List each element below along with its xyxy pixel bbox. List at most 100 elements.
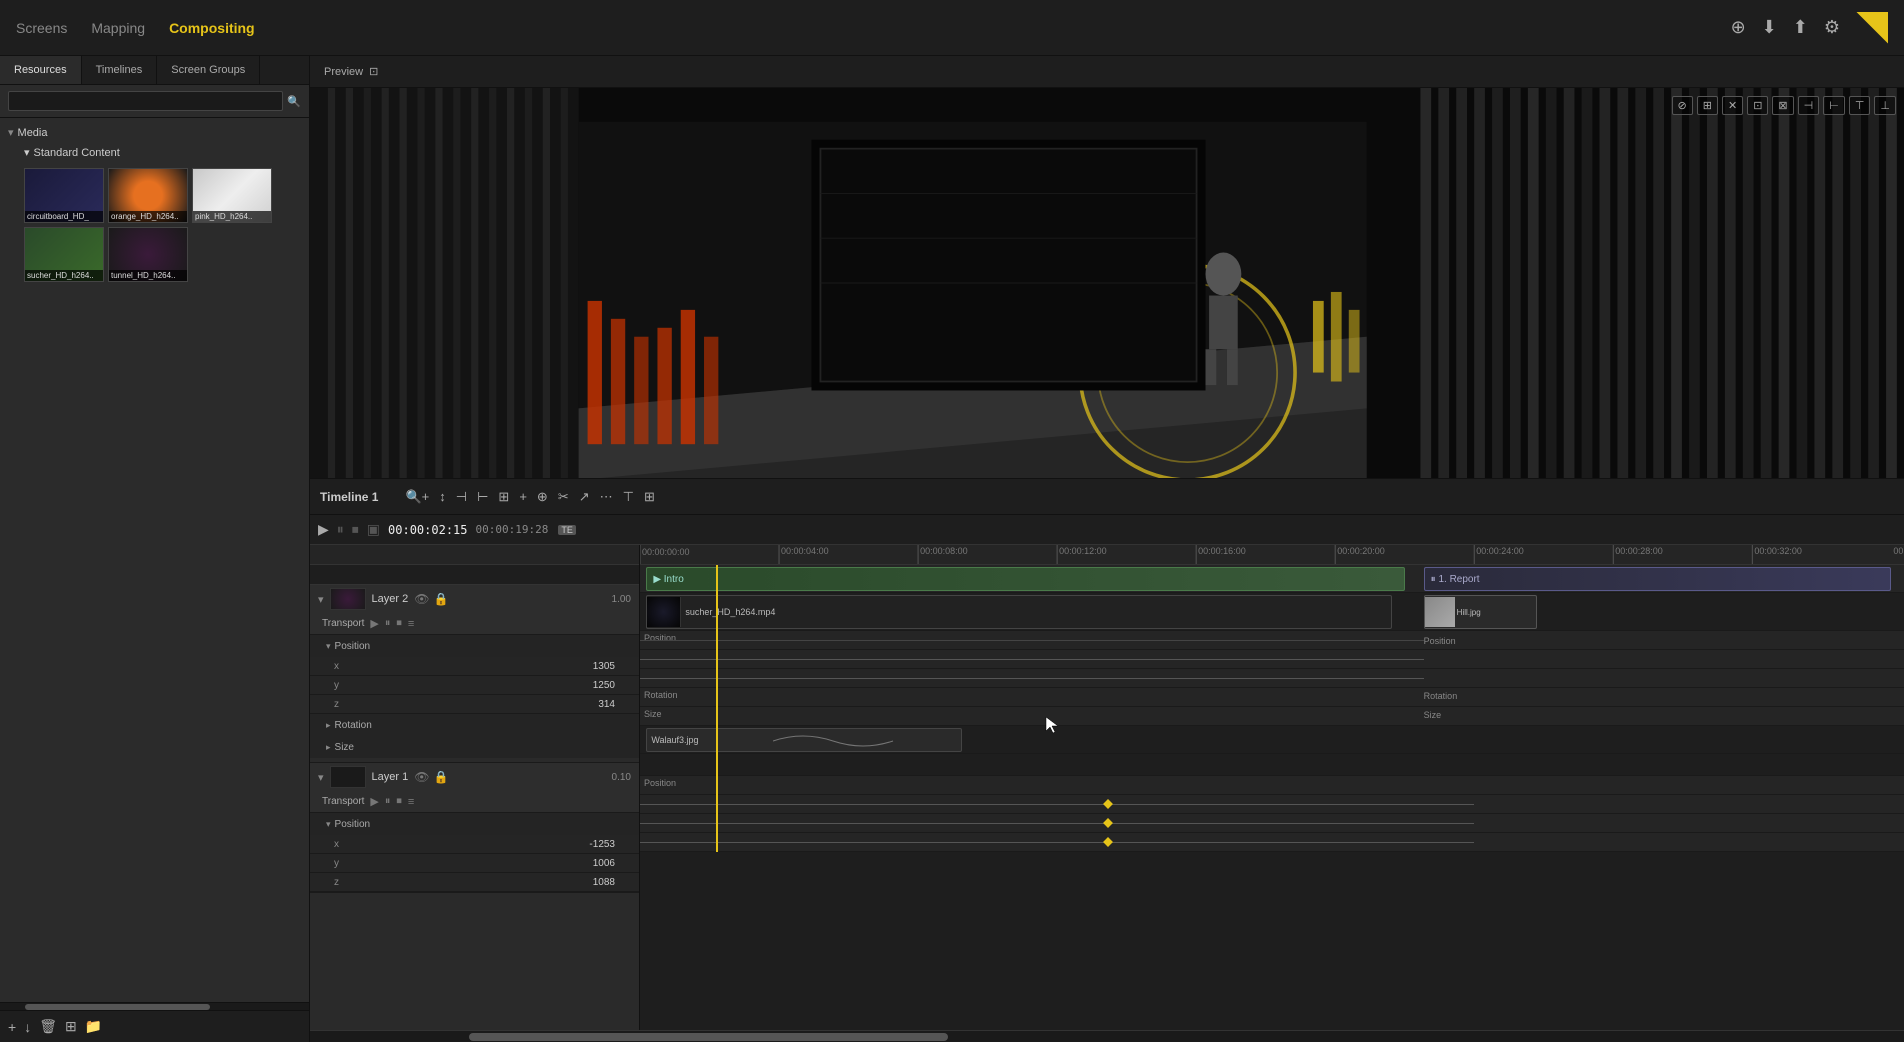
play-button[interactable]: ▶ xyxy=(318,521,329,538)
ruler: 00:00:00:00 00:00:04:00 00:00:08:00 00:0… xyxy=(640,545,1904,565)
tl-link[interactable]: ⊕ xyxy=(534,487,551,507)
tl-cut[interactable]: ✂ xyxy=(555,487,572,507)
grid-view-button[interactable]: ⊞ xyxy=(65,1018,77,1035)
standard-content-header[interactable]: ▾ Standard Content xyxy=(16,143,309,162)
layer2-x-value[interactable]: 1305 xyxy=(593,661,615,672)
media-thumb-pink[interactable]: pink_HD_h264.. xyxy=(192,168,272,223)
tl-out[interactable]: ⊢ xyxy=(474,487,491,507)
globe-icon[interactable]: ⊕ xyxy=(1731,17,1746,38)
layer1-position-track: Position xyxy=(640,776,1904,795)
intro-clip[interactable]: ▶ Intro xyxy=(646,567,1404,591)
timeline-toolbar: 🔍+ ↕ ⊣ ⊢ ⊞ + ⊕ ✂ ↗ ⋯ ⊤ ⊞ xyxy=(402,487,657,507)
delete-button[interactable]: 🗑 xyxy=(39,1018,57,1035)
layer1-z-keyframe-1[interactable] xyxy=(1103,837,1113,847)
media-thumb-green[interactable]: sucher_HD_h264.. xyxy=(24,227,104,282)
tab-resources[interactable]: Resources xyxy=(0,56,82,84)
tl-zoom-in[interactable]: 🔍+ xyxy=(402,487,432,507)
layer2-position-header[interactable]: ▾ Position xyxy=(310,635,639,657)
resources-tree: ▾ Media ▾ Standard Content circuitboard_… xyxy=(0,118,309,1002)
timeline-scrollbar-thumb[interactable] xyxy=(469,1033,947,1041)
nav-mapping[interactable]: Mapping xyxy=(91,20,145,36)
layer2-opacity: 1.00 xyxy=(612,594,631,605)
layer1-eye-icon[interactable]: 👁 xyxy=(414,770,429,784)
layer1-y-label: y xyxy=(334,858,364,869)
add-resource-button[interactable]: + xyxy=(8,1019,16,1035)
layer1-transport-pause[interactable]: ⏸ xyxy=(385,795,391,808)
layer2-position-track-label: Position xyxy=(644,633,676,643)
tab-screen-groups[interactable]: Screen Groups xyxy=(157,56,260,84)
layer1-x-value[interactable]: -1253 xyxy=(589,839,615,850)
tl-arrow[interactable]: ↗ xyxy=(576,487,593,507)
layer2-rotation-track-label: Rotation xyxy=(644,690,678,700)
media-thumb-dark[interactable]: tunnel_HD_h264.. xyxy=(108,227,188,282)
preview-btn-expand[interactable]: ⊠ xyxy=(1772,96,1793,115)
layer1-collapse-arrow[interactable]: ▾ xyxy=(318,771,324,784)
preview-btn-close[interactable]: ✕ xyxy=(1722,96,1743,115)
tl-filter[interactable]: ⊤ xyxy=(620,487,637,507)
import-button[interactable]: ↓ xyxy=(24,1019,31,1035)
preview-btn-3[interactable]: ⊤ xyxy=(1849,96,1871,115)
layer2-size-arrow: ▸ xyxy=(326,742,331,753)
layer2-eye-icon[interactable]: 👁 xyxy=(414,592,429,606)
layer2-lock-icon[interactable]: 🔒 xyxy=(433,592,448,606)
layer2-transport-stop[interactable]: ⏹ xyxy=(396,617,402,630)
preview-btn-grid[interactable]: ⊞ xyxy=(1697,96,1718,115)
nav-screens[interactable]: Screens xyxy=(16,20,67,36)
layer2-transport-pause[interactable]: ⏸ xyxy=(385,617,391,630)
layer2-main-clip[interactable]: sucher_HD_h264.mp4 xyxy=(646,595,1392,629)
layer1-transport-menu[interactable]: ≡ xyxy=(408,796,414,808)
layer2-z-value[interactable]: 314 xyxy=(598,699,615,710)
layer1-y-value[interactable]: 1006 xyxy=(593,858,615,869)
pause-button[interactable]: ⏸ xyxy=(337,521,344,538)
preview-btn-1[interactable]: ⊣ xyxy=(1798,96,1820,115)
media-thumb-circuit[interactable]: circuitboard_HD_ xyxy=(24,168,104,223)
layer1-main-clip[interactable]: Walauf3.jpg xyxy=(646,728,962,752)
preview-btn-box[interactable]: ⊡ xyxy=(1747,96,1768,115)
layer2-size-header[interactable]: ▸ Size xyxy=(310,736,639,758)
media-thumb-orange[interactable]: orange_HD_h264.. xyxy=(108,168,188,223)
stop-button[interactable]: ⏹ xyxy=(352,521,359,538)
layer1-curve xyxy=(773,729,961,751)
preview-btn-2[interactable]: ⊢ xyxy=(1823,96,1845,115)
layer2-x-label: x xyxy=(334,661,364,672)
search-input[interactable] xyxy=(8,91,283,111)
tl-select[interactable]: ↕ xyxy=(436,487,449,506)
tl-split[interactable]: ⊞ xyxy=(495,487,512,507)
layer1-z-value[interactable]: 1088 xyxy=(593,877,615,888)
resources-scrollbar[interactable] xyxy=(0,1002,309,1010)
upload-icon[interactable]: ⬆ xyxy=(1793,17,1808,38)
layer2-y-value[interactable]: 1250 xyxy=(593,680,615,691)
layer2-transport-play[interactable]: ▶ xyxy=(370,617,378,630)
tab-timelines[interactable]: Timelines xyxy=(82,56,158,84)
mute-button[interactable]: ▣ xyxy=(367,521,380,538)
layer2-position-arrow: ▾ xyxy=(326,641,331,652)
layer2-transport-menu[interactable]: ≡ xyxy=(408,618,414,630)
report-clip[interactable]: ⏸ 1. Report xyxy=(1424,567,1892,591)
layer2-size-right-label: Size xyxy=(1424,710,1442,720)
layer1-transport-play[interactable]: ▶ xyxy=(370,795,378,808)
preview-btn-circle[interactable]: ⊘ xyxy=(1672,96,1693,115)
media-header[interactable]: ▾ Media xyxy=(0,122,309,143)
nav-compositing[interactable]: Compositing xyxy=(169,20,255,36)
layer1-transport-stop[interactable]: ⏹ xyxy=(396,795,402,808)
layer2-collapse-arrow[interactable]: ▾ xyxy=(318,593,324,606)
layer2-x-track xyxy=(640,650,1904,669)
tl-more[interactable]: ⊞ xyxy=(641,487,658,507)
settings-icon[interactable]: ⚙ xyxy=(1824,17,1840,38)
download-icon[interactable]: ⬇ xyxy=(1762,17,1777,38)
preview-btn-4[interactable]: ⊥ xyxy=(1874,96,1896,115)
layer1-y-keyframe-1[interactable] xyxy=(1103,818,1113,828)
layer1-lock-icon[interactable]: 🔒 xyxy=(433,770,448,784)
folder-button[interactable]: 📁 xyxy=(85,1018,102,1035)
layer2-secondary-clip[interactable]: Hill.jpg xyxy=(1424,595,1538,629)
tl-in[interactable]: ⊣ xyxy=(453,487,470,507)
tl-dots[interactable]: ⋯ xyxy=(597,487,616,507)
layer2-rotation-header[interactable]: ▸ Rotation xyxy=(310,714,639,736)
timeline-scrollbar[interactable] xyxy=(310,1030,1904,1042)
timeline-left-panel: ▾ Layer 2 👁 🔒 1.00 xyxy=(310,545,640,1030)
layer1-position-header[interactable]: ▾ Position xyxy=(310,813,639,835)
tl-add[interactable]: + xyxy=(516,487,530,506)
layer1-x-keyframe-1[interactable] xyxy=(1103,799,1113,809)
tab-preview[interactable]: Preview ⊡ xyxy=(310,57,392,86)
layer1-z-row: z 1088 xyxy=(310,873,639,892)
